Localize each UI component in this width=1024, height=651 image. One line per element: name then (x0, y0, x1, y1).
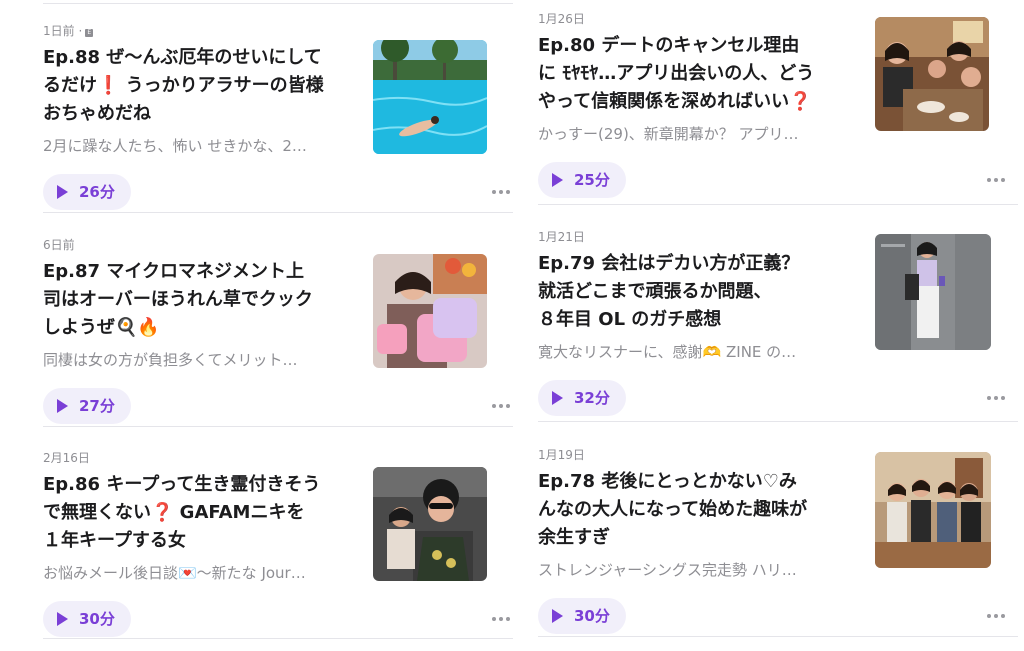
play-icon (57, 399, 68, 413)
episode-title[interactable]: Ep.80 デートのキャンセル理由 に ﾓﾔﾓﾔ…アプリ出会いの人、どう やって… (538, 32, 858, 116)
episode-description: ストレンジャーシングス完走勢 ハリ… (538, 561, 797, 579)
episode-duration: 32分 (574, 389, 610, 407)
more-dots-icon (492, 404, 496, 408)
episode-title[interactable]: Ep.86 キープって生き霊付きそう で無理くない❓ GAFAMニキを １年キー… (43, 471, 363, 555)
separator (43, 638, 513, 639)
separator (43, 212, 513, 213)
play-button[interactable]: 27分 (43, 388, 131, 424)
play-icon (552, 391, 563, 405)
episode-date: 2月16日 (43, 451, 90, 465)
episode-title[interactable]: Ep.88 ぜ〜んぶ厄年のせいにして るだけ❗️ うっかりアラサーの皆様 おちゃ… (43, 44, 363, 128)
elevator-mirror-selfie-image[interactable] (875, 234, 991, 350)
episode-date: 1日前 · (43, 24, 83, 38)
play-button[interactable]: 30分 (538, 598, 626, 634)
episode-description: お悩みメール後日談💌〜新たな Jour… (43, 564, 306, 582)
separator (43, 426, 513, 427)
episode-description: かっすー(29)、新章開幕か？ アプリ… (538, 125, 799, 143)
episode-item[interactable]: 2月16日 Ep.86 キープって生き霊付きそう で無理くない❓ GAFAMニキ… (43, 451, 513, 651)
more-dots-icon (492, 190, 496, 194)
play-button[interactable]: 32分 (538, 380, 626, 416)
episode-item[interactable]: 1月21日 Ep.79 会社はデカい方が正義？ 就活どこまで頑張るか問題、 ８年… (538, 230, 1008, 430)
episode-duration: 25分 (574, 171, 610, 189)
episode-duration: 27分 (79, 397, 115, 415)
episode-duration: 26分 (79, 183, 115, 201)
episode-column-left: 1日前 · E Ep.88 ぜ〜んぶ厄年のせいにして るだけ❗️ うっかりアラサー… (43, 0, 513, 640)
play-button[interactable]: 26分 (43, 174, 131, 210)
separator (538, 636, 1018, 637)
episode-title[interactable]: Ep.87 マイクロマネジメント上 司はオーバーほうれん草でクック しようぜ🍳🔥 (43, 258, 363, 342)
separator (43, 3, 513, 4)
episode-description: 同棲は女の方が負担多くてメリット… (43, 351, 298, 369)
more-dots-icon (987, 178, 991, 182)
more-options-button[interactable] (986, 606, 1012, 626)
episode-date: 1月19日 (538, 448, 585, 462)
more-dots-icon (987, 396, 991, 400)
episode-date: 1月21日 (538, 230, 585, 244)
play-icon (552, 609, 563, 623)
explicit-badge: E (85, 29, 94, 37)
episode-title[interactable]: Ep.78 老後にとっとかない♡み んなの大人になって始めた趣味が 余生すぎ (538, 468, 858, 552)
episode-date: 1月26日 (538, 12, 585, 26)
play-icon (57, 185, 68, 199)
episode-duration: 30分 (79, 610, 115, 628)
episode-item[interactable]: 6日前 Ep.87 マイクロマネジメント上 司はオーバーほうれん草でクック しよ… (43, 238, 513, 438)
more-dots-icon (492, 617, 496, 621)
episode-description: 2月に躁な人たち、怖い せきかな、2… (43, 137, 307, 155)
episode-item[interactable]: 1日前 · E Ep.88 ぜ〜んぶ厄年のせいにして るだけ❗️ うっかりアラサー… (43, 24, 513, 224)
more-options-button[interactable] (491, 182, 517, 202)
episode-description: 寛大なリスナーに、感謝🫶 ZINE の… (538, 343, 797, 361)
play-button[interactable]: 25分 (538, 162, 626, 198)
play-icon (57, 612, 68, 626)
friends-toast-image[interactable] (875, 452, 991, 568)
episode-item[interactable]: 1月19日 Ep.78 老後にとっとかない♡み んなの大人になって始めた趣味が … (538, 448, 1008, 648)
separator (538, 204, 1018, 205)
restaurant-group-image[interactable] (875, 17, 989, 131)
more-options-button[interactable] (986, 170, 1012, 190)
play-button[interactable]: 30分 (43, 601, 131, 637)
car-selfie-image[interactable] (373, 467, 487, 581)
play-icon (552, 173, 563, 187)
woman-with-pink-bags-image[interactable] (373, 254, 487, 368)
more-options-button[interactable] (491, 609, 517, 629)
episode-item[interactable]: 1月26日 Ep.80 デートのキャンセル理由 に ﾓﾔﾓﾔ…アプリ出会いの人、… (538, 12, 1008, 212)
episode-duration: 30分 (574, 607, 610, 625)
more-options-button[interactable] (986, 388, 1012, 408)
pool-swimmer-image[interactable] (373, 40, 487, 154)
separator (538, 421, 1018, 422)
episode-date: 6日前 (43, 238, 75, 252)
more-options-button[interactable] (491, 396, 517, 416)
episode-column-right: 1月26日 Ep.80 デートのキャンセル理由 に ﾓﾔﾓﾔ…アプリ出会いの人、… (538, 0, 1018, 640)
episode-title[interactable]: Ep.79 会社はデカい方が正義？ 就活どこまで頑張るか問題、 ８年目 OL の… (538, 250, 858, 334)
more-dots-icon (987, 614, 991, 618)
